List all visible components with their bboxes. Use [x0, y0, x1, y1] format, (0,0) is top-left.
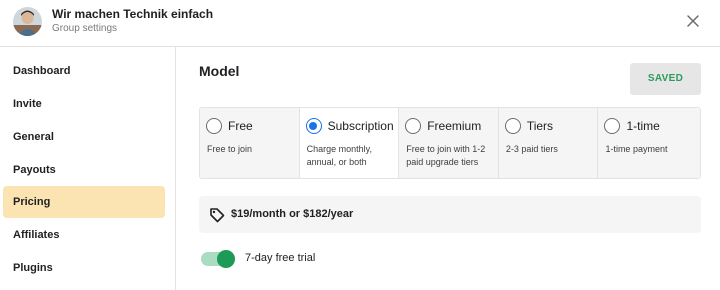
radio-button[interactable] [604, 118, 621, 134]
model-description: Free to join [207, 144, 253, 154]
radio-button[interactable] [504, 118, 521, 134]
tag-icon [210, 208, 225, 223]
sidebar-item-label: Plugins [13, 262, 53, 274]
sidebar-item-general[interactable]: General [3, 121, 165, 153]
model-description: 2-3 paid tiers [505, 144, 558, 154]
model-description: Charge monthly, annual, or both [306, 144, 372, 167]
model-option-free[interactable]: Free Free to join [200, 108, 300, 178]
sidebar-item-label: Pricing [13, 196, 51, 208]
group-name: Wir machen Technik einfach [52, 7, 214, 21]
model-option-1-time[interactable]: 1-time 1-time payment [598, 108, 700, 178]
price-text: $19/month or $182/year [231, 208, 354, 220]
sidebar-item-pricing[interactable]: Pricing [3, 186, 165, 218]
radio-button[interactable] [206, 118, 222, 134]
model-label: Tiers [526, 119, 554, 133]
group-settings-subtitle: Group settings [52, 23, 118, 34]
header: Wir machen Technik einfach Group setting… [0, 0, 720, 47]
model-option-tiers[interactable]: Tiers 2-3 paid tiers [498, 108, 599, 178]
close-button[interactable] [684, 12, 702, 30]
model-description: 1-time payment [605, 144, 668, 154]
sidebar-item-label: Invite [13, 98, 42, 110]
price-summary[interactable]: $19/month or $182/year [199, 196, 701, 233]
close-icon [687, 15, 699, 27]
sidebar-item-label: Payouts [13, 164, 56, 176]
model-label: Freemium [427, 119, 482, 133]
model-label: 1-time [626, 119, 660, 133]
group-avatar[interactable] [13, 7, 42, 36]
sidebar-item-label: General [13, 131, 54, 143]
model-description: Free to join with 1-2 paid upgrade tiers [406, 144, 486, 167]
sidebar: Dashboard Invite General Payouts Pricing… [0, 47, 176, 290]
sidebar-item-label: Dashboard [13, 65, 71, 77]
section-title: Model [199, 63, 240, 79]
model-label: Free [228, 119, 253, 133]
sidebar-item-affiliates[interactable]: Affiliates [3, 219, 165, 251]
free-trial-toggle[interactable] [201, 250, 235, 268]
radio-dot [309, 121, 318, 130]
sidebar-item-payouts[interactable]: Payouts [3, 154, 165, 186]
saved-button[interactable]: SAVED [630, 63, 701, 95]
sidebar-item-label: Affiliates [13, 229, 60, 241]
sidebar-item-invite[interactable]: Invite [3, 88, 165, 120]
model-option-subscription[interactable]: Subscription Charge monthly, annual, or … [299, 108, 400, 178]
sidebar-item-dashboard[interactable]: Dashboard [3, 55, 165, 87]
radio-button[interactable] [305, 118, 322, 134]
pricing-model-selector: Free Free to join Subscription Charge mo… [199, 107, 701, 179]
model-option-freemium[interactable]: Freemium Free to join with 1-2 paid upgr… [399, 108, 499, 178]
free-trial-label: 7-day free trial [245, 252, 316, 264]
model-label: Subscription [327, 119, 394, 133]
radio-button[interactable] [405, 118, 422, 134]
toggle-thumb [217, 250, 235, 268]
sidebar-item-plugins[interactable]: Plugins [3, 252, 165, 284]
